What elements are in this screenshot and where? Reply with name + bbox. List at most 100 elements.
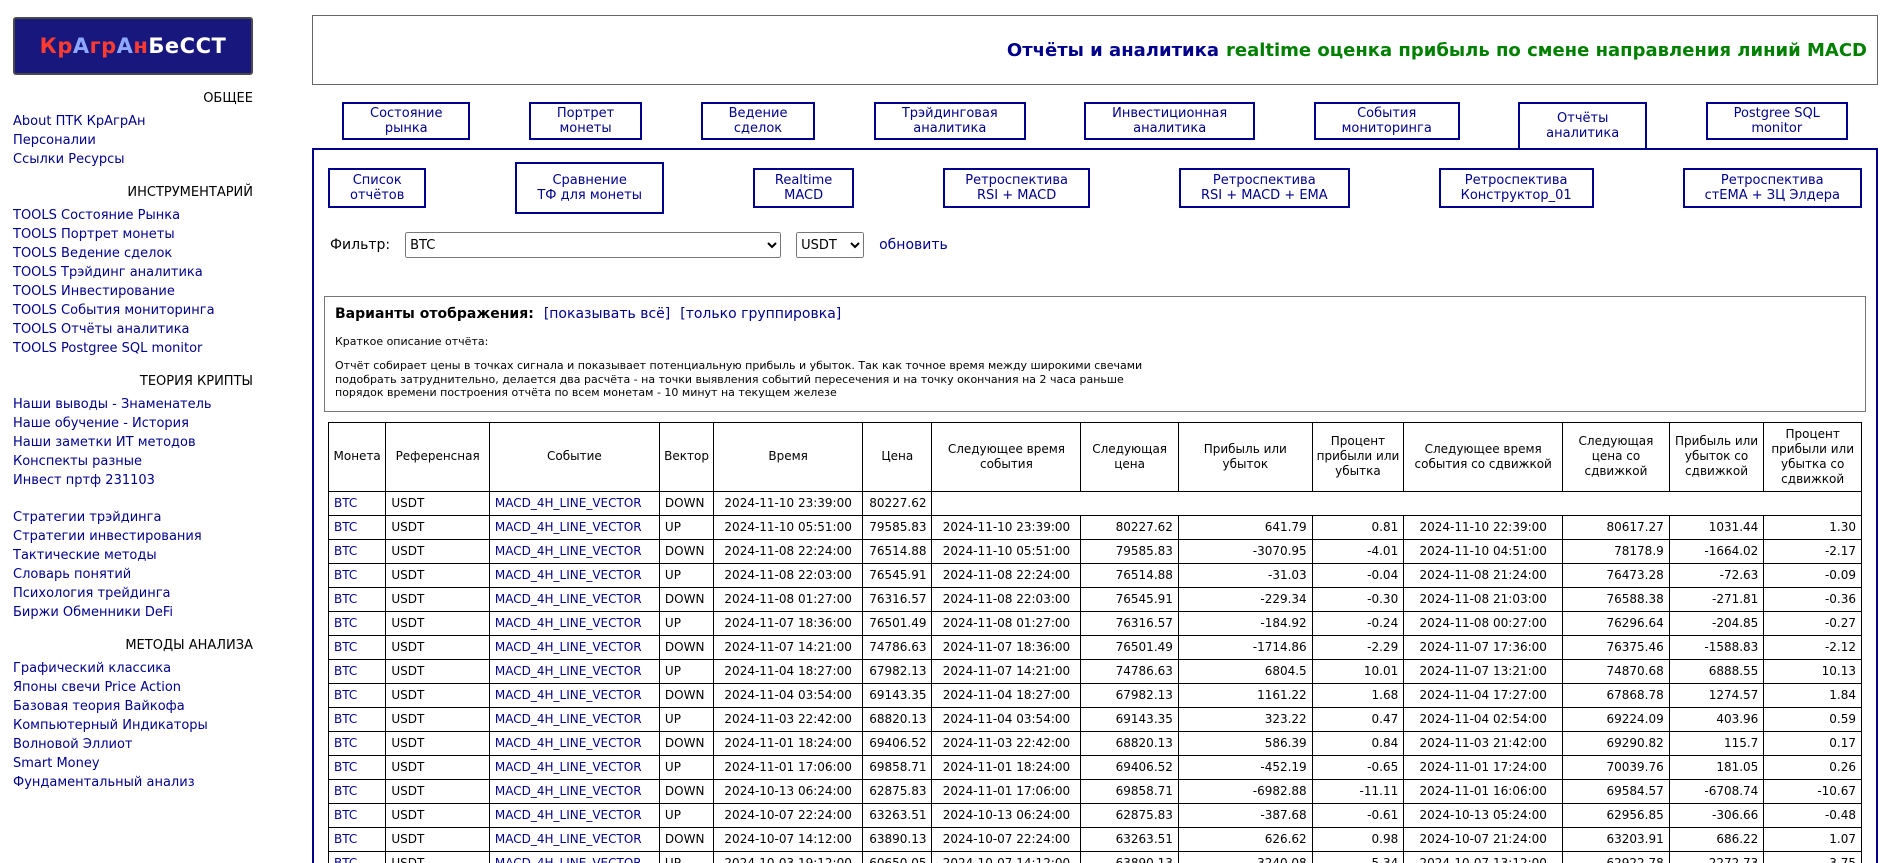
cell-profit: -229.34 xyxy=(1178,587,1312,611)
sidebar-item[interactable]: TOOLS Трэйдинг аналитика xyxy=(13,263,312,282)
cell-event[interactable]: MACD_4H_LINE_VECTOR xyxy=(489,779,659,803)
tab-sub-1[interactable]: Список отчётов xyxy=(328,168,426,208)
sidebar-item[interactable]: Ссылки Ресурсы xyxy=(13,150,312,169)
sidebar-item[interactable]: Стратегии инвестирования xyxy=(13,527,312,546)
tab-sub-7[interactable]: Ретроспектива стЕМА + ЗЦ Элдера xyxy=(1683,168,1862,208)
cell-profit-percent xyxy=(1312,491,1404,515)
sidebar-item[interactable]: Компьютерный Индикаторы xyxy=(13,716,312,735)
sidebar-item[interactable]: Базовая теория Вайкофа xyxy=(13,697,312,716)
cell-coin[interactable]: BTC xyxy=(329,803,386,827)
refresh-link[interactable]: обновить xyxy=(879,237,948,253)
cell-coin[interactable]: BTC xyxy=(329,659,386,683)
cell-event[interactable]: MACD_4H_LINE_VECTOR xyxy=(489,851,659,863)
cell-event[interactable]: MACD_4H_LINE_VECTOR xyxy=(489,827,659,851)
cell-event[interactable]: MACD_4H_LINE_VECTOR xyxy=(489,659,659,683)
tab-sub-6[interactable]: Ретроспектива Конструктор_01 xyxy=(1439,168,1594,208)
cell-coin[interactable]: BTC xyxy=(329,539,386,563)
sidebar-item[interactable]: Тактические методы xyxy=(13,546,312,565)
cell-event[interactable]: MACD_4H_LINE_VECTOR xyxy=(489,803,659,827)
tab-main-7-active[interactable]: Отчёты аналитика xyxy=(1518,102,1647,148)
sidebar-item[interactable]: TOOLS Состояние Рынка xyxy=(13,206,312,225)
cell-price: 74786.63 xyxy=(863,635,932,659)
page-title-section: Отчёты и аналитика xyxy=(1007,40,1219,61)
sidebar-item[interactable]: TOOLS Отчёты аналитика xyxy=(13,320,312,339)
sidebar-item[interactable]: Графический классика xyxy=(13,659,312,678)
cell-coin[interactable]: BTC xyxy=(329,827,386,851)
sidebar-item[interactable]: Персоналии xyxy=(13,131,312,150)
cell-coin[interactable]: BTC xyxy=(329,563,386,587)
tab-main-2[interactable]: Портрет монеты xyxy=(529,102,642,140)
cell-price: 69406.52 xyxy=(863,731,932,755)
cell-event[interactable]: MACD_4H_LINE_VECTOR xyxy=(489,755,659,779)
display-option-link-1[interactable]: [показывать всё] xyxy=(544,306,670,322)
cell-next-price: 76316.57 xyxy=(1081,611,1179,635)
cell-event[interactable]: MACD_4H_LINE_VECTOR xyxy=(489,611,659,635)
sidebar-item[interactable]: Словарь понятий xyxy=(13,565,312,584)
cell-vector: UP xyxy=(659,851,713,863)
tab-main-1[interactable]: Состояние рынка xyxy=(342,102,470,140)
cell-next-time: 2024-11-03 22:42:00 xyxy=(932,731,1081,755)
cell-event[interactable]: MACD_4H_LINE_VECTOR xyxy=(489,515,659,539)
sidebar-item[interactable]: Фундаментальный анализ xyxy=(13,773,312,792)
cell-event[interactable]: MACD_4H_LINE_VECTOR xyxy=(489,683,659,707)
cell-event[interactable]: MACD_4H_LINE_VECTOR xyxy=(489,587,659,611)
sidebar-item[interactable]: TOOLS Postgree SQL monitor xyxy=(13,339,312,358)
cell-time: 2024-10-07 14:12:00 xyxy=(714,827,863,851)
cell-event[interactable]: MACD_4H_LINE_VECTOR xyxy=(489,707,659,731)
sidebar-item[interactable]: TOOLS Ведение сделок xyxy=(13,244,312,263)
sidebar-item[interactable]: Стратегии трэйдинга xyxy=(13,508,312,527)
cell-coin[interactable]: BTC xyxy=(329,587,386,611)
cell-event[interactable]: MACD_4H_LINE_VECTOR xyxy=(489,731,659,755)
quote-filter-select[interactable]: USDT xyxy=(796,232,864,258)
sidebar-item[interactable]: Психология трейдинга xyxy=(13,584,312,603)
coin-filter-select[interactable]: BTC xyxy=(405,232,781,258)
cell-event[interactable]: MACD_4H_LINE_VECTOR xyxy=(489,491,659,515)
cell-event[interactable]: MACD_4H_LINE_VECTOR xyxy=(489,539,659,563)
sidebar-item[interactable]: Японы свечи Price Action xyxy=(13,678,312,697)
cell-time: 2024-11-04 18:27:00 xyxy=(714,659,863,683)
sidebar-item[interactable]: Smart Money xyxy=(13,754,312,773)
sidebar-item[interactable]: Наши заметки ИТ методов xyxy=(13,433,312,452)
sidebar-item[interactable]: TOOLS События мониторинга xyxy=(13,301,312,320)
tab-sub-3[interactable]: Realtime MACD xyxy=(753,168,854,208)
cell-next-time: 2024-11-10 05:51:00 xyxy=(932,539,1081,563)
cell-profit-shifted xyxy=(1669,491,1764,515)
col-header-next-price-shifted: Следующая цена со сдвижкой xyxy=(1563,422,1670,491)
cell-coin[interactable]: BTC xyxy=(329,635,386,659)
cell-next-price-shifted: 80617.27 xyxy=(1563,515,1670,539)
app-logo[interactable]: КрАгрАн БеССТ xyxy=(13,17,253,75)
tab-main-6[interactable]: События мониторинга xyxy=(1314,102,1460,140)
cell-event[interactable]: MACD_4H_LINE_VECTOR xyxy=(489,635,659,659)
logo-letters: н xyxy=(133,34,148,58)
display-option-link-2[interactable]: [только группировка] xyxy=(680,306,841,322)
sidebar-item[interactable]: TOOLS Портрет монеты xyxy=(13,225,312,244)
cell-coin[interactable]: BTC xyxy=(329,611,386,635)
cell-coin[interactable]: BTC xyxy=(329,491,386,515)
sidebar-item[interactable]: Наши выводы - Знаменатель xyxy=(13,395,312,414)
tab-sub-2-active[interactable]: Сравнение ТФ для монеты xyxy=(515,162,664,214)
sidebar-item[interactable]: Наше обучение - История xyxy=(13,414,312,433)
sidebar-item[interactable]: Инвест пртф 231103 xyxy=(13,471,312,490)
tab-main-5[interactable]: Инвестиционная аналитика xyxy=(1084,102,1255,140)
tab-sub-4[interactable]: Ретроспектива RSI + MACD xyxy=(943,168,1090,208)
cell-coin[interactable]: BTC xyxy=(329,779,386,803)
sidebar-item[interactable]: Биржи Обменники DeFi xyxy=(13,603,312,622)
cell-time: 2024-10-13 06:24:00 xyxy=(714,779,863,803)
tab-main-8[interactable]: Postgree SQL monitor xyxy=(1706,102,1848,140)
sidebar-item[interactable]: TOOLS Инвестирование xyxy=(13,282,312,301)
cell-reference: USDT xyxy=(386,635,490,659)
tab-sub-5[interactable]: Ретроспектива RSI + MACD + EMA xyxy=(1179,168,1350,208)
tab-main-3[interactable]: Ведение сделок xyxy=(701,102,816,140)
cell-event[interactable]: MACD_4H_LINE_VECTOR xyxy=(489,563,659,587)
sidebar-item[interactable]: About ПТК КрАгрАн xyxy=(13,112,312,131)
cell-coin[interactable]: BTC xyxy=(329,707,386,731)
col-header-coin: Монета xyxy=(329,422,386,491)
cell-coin[interactable]: BTC xyxy=(329,515,386,539)
tab-main-4[interactable]: Трэйдинговая аналитика xyxy=(874,102,1026,140)
sidebar-item[interactable]: Конспекты разные xyxy=(13,452,312,471)
cell-coin[interactable]: BTC xyxy=(329,731,386,755)
cell-coin[interactable]: BTC xyxy=(329,755,386,779)
cell-coin[interactable]: BTC xyxy=(329,683,386,707)
cell-coin[interactable]: BTC xyxy=(329,851,386,863)
sidebar-item[interactable]: Волновой Эллиот xyxy=(13,735,312,754)
